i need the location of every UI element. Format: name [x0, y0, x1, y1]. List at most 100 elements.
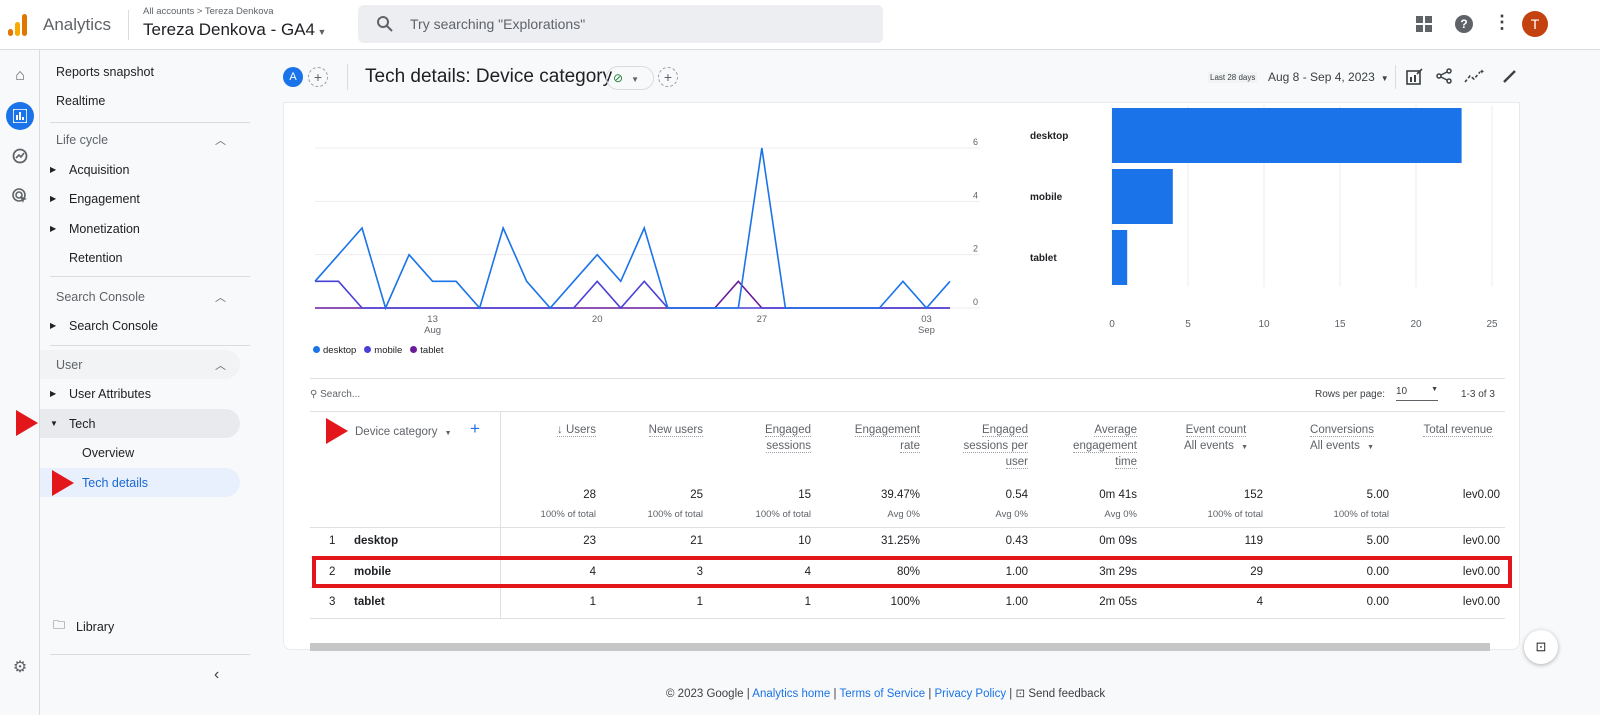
send-feedback-link[interactable]: ⊡ Send feedback — [1016, 688, 1106, 700]
sidebar: Reports snapshot Realtime Life cycle ︿ ▶ A… — [40, 50, 250, 715]
column-header[interactable]: Conversions All events ▼ — [1287, 422, 1397, 456]
item-label: Engagement — [69, 191, 140, 206]
help-icon[interactable]: ? — [1455, 15, 1473, 33]
cell-value: 119 — [1244, 535, 1263, 547]
sidebar-item-reports-snapshot[interactable]: Reports snapshot — [40, 57, 240, 86]
total-value: 5.00 — [1366, 489, 1389, 501]
dimension-label: Device category — [355, 426, 438, 438]
legend-label: desktop — [323, 345, 357, 356]
caret-right-icon: ▶ — [50, 389, 57, 398]
property-selector[interactable]: Tereza Denkova - GA4 ▼ — [143, 20, 326, 40]
add-icon[interactable]: + — [658, 67, 678, 87]
insights-icon[interactable]: ✦ — [1464, 68, 1484, 84]
cell-value: 21 — [690, 535, 703, 547]
privacy-link[interactable]: Privacy Policy — [935, 688, 1007, 700]
more-vert-icon[interactable]: ⋮ — [1493, 12, 1511, 33]
bar-mobile[interactable] — [1112, 169, 1173, 224]
column-header[interactable]: Average engagement time — [1052, 422, 1137, 470]
cell-value: 0m 09s — [1099, 535, 1137, 547]
advertising-icon[interactable] — [6, 182, 34, 210]
home-icon[interactable]: ⌂ — [6, 62, 34, 90]
divider — [50, 276, 250, 277]
cell-value: 1 — [589, 596, 596, 608]
table-row-tablet[interactable]: 3 tablet 1 1 1 100% 1.00 2m 05s 4 0.00 lev0.00 — [310, 589, 1505, 619]
caret-down-icon: ▼ — [1241, 444, 1248, 451]
column-header[interactable]: Engagement rate — [835, 422, 920, 454]
breadcrumb[interactable]: All accounts > Tereza Denkova — [143, 6, 274, 17]
total-subtext: Avg 0% — [887, 509, 920, 520]
sidebar-item-tech[interactable]: ▼ Tech — [40, 409, 240, 438]
divider — [310, 411, 1505, 412]
account-avatar[interactable]: T — [1522, 11, 1548, 37]
row-rank: 3 — [329, 596, 336, 608]
table-search[interactable]: ⚲ Search... — [310, 389, 360, 400]
section-search-console[interactable]: Search Console ︿ — [40, 282, 240, 311]
column-header[interactable]: ↓ Users — [511, 422, 596, 438]
x-tick-label: 0 — [1109, 319, 1115, 330]
sidebar-item-realtime[interactable]: Realtime — [40, 86, 240, 115]
rows-per-page-select[interactable]: 10 ▼ — [1396, 386, 1438, 401]
sidebar-item-monetization[interactable]: ▶ Monetization — [40, 214, 240, 243]
feedback-icon[interactable]: ⊡ — [1524, 630, 1558, 664]
sidebar-item-acquisition[interactable]: ▶ Acquisition — [40, 155, 240, 184]
page-title: Tech details: Device category — [365, 66, 613, 87]
customize-report-icon[interactable] — [1406, 68, 1423, 85]
section-user[interactable]: User ︿ — [40, 350, 240, 379]
divider — [310, 378, 1505, 379]
cell-value: 23 — [583, 535, 596, 547]
comparison-avatar[interactable]: A — [283, 67, 303, 87]
item-label: Acquisition — [69, 162, 130, 177]
highlight-box — [312, 556, 1512, 588]
row-dimension-value[interactable]: tablet — [354, 596, 385, 608]
row-dimension-value[interactable]: desktop — [354, 535, 398, 547]
sidebar-item-search-console[interactable]: ▶ Search Console — [40, 311, 240, 340]
analytics-home-link[interactable]: Analytics home — [752, 688, 830, 700]
date-range-picker[interactable]: Aug 8 - Sep 4, 2023 ▼ — [1268, 70, 1389, 84]
collapse-sidebar-icon[interactable]: ‹ — [214, 666, 219, 684]
caret-down-icon: ▼ — [50, 419, 58, 428]
apps-icon[interactable] — [1416, 16, 1432, 32]
event-selector[interactable]: All events ▼ — [1161, 438, 1271, 456]
report-status-button[interactable]: ⊘ ▼ — [606, 66, 654, 90]
sidebar-item-retention[interactable]: Retention — [40, 243, 240, 272]
bar-tablet[interactable] — [1112, 230, 1128, 285]
add-dimension-icon[interactable]: + — [470, 419, 480, 439]
horizontal-scrollbar[interactable] — [310, 643, 1490, 651]
column-header[interactable]: New users — [618, 422, 703, 438]
table-row-desktop[interactable]: 1 desktop 23 21 10 31.25% 0.43 0m 09s 119 5.00 lev… — [310, 528, 1505, 558]
terms-link[interactable]: Terms of Service — [839, 688, 925, 700]
divider — [1395, 65, 1396, 89]
sidebar-item-engagement[interactable]: ▶ Engagement — [40, 184, 240, 213]
series-line-desktop — [314, 147, 951, 311]
explore-icon[interactable] — [6, 142, 34, 170]
column-header[interactable]: Event count All events ▼ — [1161, 422, 1271, 456]
event-selector[interactable]: All events ▼ — [1287, 438, 1397, 456]
sidebar-item-user-attributes[interactable]: ▶ User Attributes — [40, 379, 240, 408]
sidebar-item-library[interactable]: 🗀 Library — [40, 612, 240, 641]
reports-icon[interactable] — [6, 102, 34, 130]
separator: | — [833, 688, 837, 700]
legend-item-tablet[interactable]: tablet — [410, 345, 444, 356]
share-icon[interactable] — [1436, 68, 1452, 84]
x-tick-month: Sep — [918, 325, 935, 336]
column-header[interactable]: Engaged sessions per user — [943, 422, 1028, 470]
section-life-cycle[interactable]: Life cycle ︿ — [40, 125, 240, 154]
column-header[interactable]: Engaged sessions — [726, 422, 811, 454]
bar-desktop[interactable] — [1112, 108, 1462, 163]
dimension-selector[interactable]: Device category ▼ — [355, 424, 452, 442]
item-label: Monetization — [69, 221, 140, 236]
column-label: Average engagement time — [1073, 424, 1137, 469]
sidebar-item-overview[interactable]: Overview — [40, 438, 240, 467]
legend-item-desktop[interactable]: desktop — [313, 345, 356, 356]
total-subtext: 100% of total — [1333, 509, 1389, 520]
add-comparison-icon[interactable]: + — [308, 67, 328, 87]
edit-icon[interactable] — [1502, 68, 1518, 84]
caret-right-icon: ▶ — [50, 165, 57, 174]
legend-item-mobile[interactable]: mobile — [364, 345, 402, 356]
search-bar[interactable]: Try searching "Explorations" — [358, 5, 883, 43]
settings-icon[interactable]: ⚙ — [6, 653, 34, 681]
column-header[interactable]: Total revenue — [1403, 422, 1513, 438]
cell-value: 0.00 — [1366, 596, 1389, 608]
search-icon — [377, 16, 393, 32]
column-label: ↓ Users — [557, 424, 596, 437]
